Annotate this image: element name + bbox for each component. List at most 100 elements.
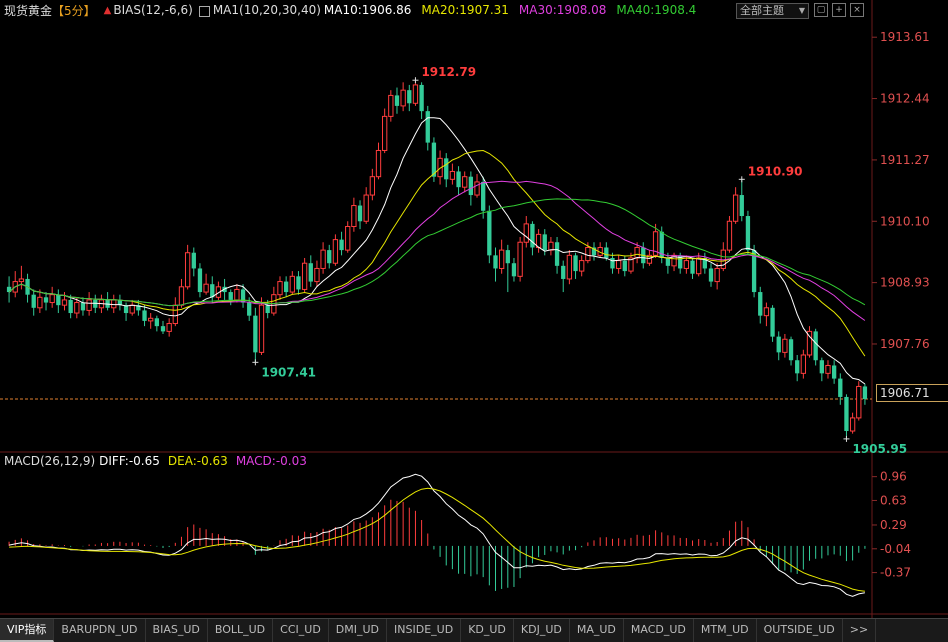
- candle-body: [184, 252, 191, 288]
- tab-boll-ud[interactable]: BOLL_UD: [208, 619, 274, 642]
- bias-indicator-label[interactable]: BIAS(12,-6,6): [113, 3, 192, 17]
- candle-body: [314, 267, 320, 283]
- candle-body: [68, 299, 73, 314]
- tab-cci-ud[interactable]: CCI_UD: [273, 619, 329, 642]
- candle-body: [474, 181, 480, 196]
- candle-body: [425, 111, 430, 143]
- candle-body: [197, 268, 203, 293]
- candle-body: [776, 336, 781, 353]
- candle-body: [745, 216, 751, 251]
- candle-body: [444, 158, 449, 180]
- candle-body: [412, 84, 419, 104]
- candle-body: [172, 304, 178, 325]
- period-label[interactable]: 【5分】: [52, 2, 96, 19]
- tab-bias-ud[interactable]: BIAS_UD: [146, 619, 208, 642]
- candle-body: [388, 94, 394, 117]
- candle-body: [856, 385, 862, 419]
- candle-body: [579, 260, 585, 272]
- chart-canvas[interactable]: 1913.61 1912.44 1911.27 1910.10 1908.93 1907.…: [0, 0, 948, 618]
- candle-body: [253, 315, 258, 353]
- macd-label[interactable]: MACD(26,12,9): [4, 454, 95, 468]
- ma20-value: MA20:1907.31: [421, 3, 509, 17]
- candle-body: [548, 241, 554, 251]
- candle-body: [456, 171, 461, 188]
- candle-body: [203, 283, 209, 293]
- candle-body: [573, 255, 578, 272]
- tab-mtm-ud[interactable]: MTM_UD: [694, 619, 757, 642]
- close-icon[interactable]: ×: [850, 3, 864, 17]
- candle-body: [56, 294, 61, 306]
- candle-body: [862, 386, 868, 400]
- candle-body: [714, 267, 720, 283]
- price-axis-label: 1913.61: [880, 30, 930, 44]
- candle-body: [462, 176, 468, 188]
- price-axis-label: 1907.76: [880, 337, 930, 351]
- candle-body: [289, 275, 295, 293]
- candle-body: [487, 210, 492, 256]
- candle-body: [37, 296, 43, 309]
- macd-header: MACD(26,12,9) DIFF:-0.65 DEA:-0.63 MACD:…: [0, 453, 315, 469]
- theme-dropdown[interactable]: 全部主题 ▼: [736, 3, 809, 19]
- candle-body: [369, 176, 376, 196]
- candle-body: [493, 255, 498, 269]
- candle-body: [523, 223, 529, 243]
- candle-body: [844, 396, 849, 432]
- candle-body: [481, 181, 486, 211]
- candle-body: [819, 360, 824, 374]
- candle-body: [622, 260, 627, 272]
- candle-body: [283, 281, 289, 293]
- indicator-tabs: VIP指标 BARUPDN_UD BIAS_UD BOLL_UD CCI_UD DMI_U…: [0, 618, 948, 642]
- candle-body: [18, 278, 25, 283]
- tab-ma-ud[interactable]: MA_UD: [570, 619, 624, 642]
- macd-axis-label: -0.04: [880, 542, 911, 556]
- tab-[interactable]: >>: [843, 619, 877, 642]
- macd-dea-value: DEA:-0.63: [167, 454, 228, 468]
- ma10-value: MA10:1906.86: [323, 3, 412, 17]
- candle-body: [683, 260, 690, 269]
- price-axis-label: 1908.93: [880, 276, 930, 290]
- ma10-line: [8, 117, 866, 385]
- candle-body: [345, 226, 351, 251]
- tab-dmi-ud[interactable]: DMI_UD: [329, 619, 388, 642]
- current-price-box: 1906.71: [876, 384, 948, 402]
- candle-body: [142, 310, 147, 321]
- candle-body: [148, 317, 154, 322]
- macd-diff-line: [9, 473, 865, 597]
- candle-body: [431, 142, 437, 177]
- candle-body: [813, 331, 818, 361]
- tab-kdj-ud[interactable]: KDJ_UD: [514, 619, 570, 642]
- theme-dropdown-label: 全部主题: [740, 4, 784, 17]
- candle-body: [788, 339, 794, 361]
- candle-body: [43, 297, 49, 303]
- candle-body: [74, 302, 80, 314]
- high-price-label: 1910.90: [748, 164, 803, 178]
- macd-axis-label: 0.29: [880, 518, 907, 532]
- candle-body: [234, 288, 240, 301]
- candle-body: [86, 299, 92, 311]
- candle-body: [825, 364, 831, 374]
- tab-vip-indicators[interactable]: VIP指标: [0, 619, 55, 642]
- candle-body: [554, 242, 560, 266]
- ma30-value: MA30:1908.08: [518, 3, 607, 17]
- candle-body: [265, 305, 270, 314]
- candle-body: [831, 365, 837, 379]
- tab-kd-ud[interactable]: KD_UD: [461, 619, 514, 642]
- tab-barupdn-ud[interactable]: BARUPDN_UD: [54, 619, 146, 642]
- expand-icon[interactable]: +: [832, 3, 846, 17]
- ma-indicator-label[interactable]: MA1(10,20,30,40): [213, 3, 321, 17]
- candle-body: [277, 281, 283, 296]
- high-price-label: 1912.79: [421, 65, 476, 79]
- macd-axis-label: 0.63: [880, 493, 907, 507]
- candle-body: [758, 292, 763, 316]
- tab-inside-ud[interactable]: INSIDE_UD: [387, 619, 462, 642]
- tab-macd-ud[interactable]: MACD_UD: [624, 619, 694, 642]
- candle-body: [726, 220, 733, 251]
- candle-body: [320, 249, 326, 269]
- tab-outside-ud[interactable]: OUTSIDE_UD: [757, 619, 843, 642]
- candle-body: [770, 307, 775, 337]
- candle-body: [357, 205, 363, 222]
- candle-body: [511, 263, 517, 277]
- candle-body: [585, 246, 591, 262]
- window-toggle-icon[interactable]: ▢: [814, 3, 828, 17]
- candle-body: [561, 265, 566, 279]
